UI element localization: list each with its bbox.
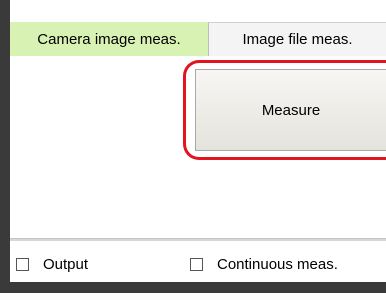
tab-image-file-meas[interactable]: Image file meas. bbox=[208, 22, 386, 56]
tab-camera-image-meas[interactable]: Camera image meas. bbox=[10, 22, 208, 56]
output-option[interactable]: Output bbox=[16, 253, 88, 275]
continuous-meas-option[interactable]: Continuous meas. bbox=[190, 253, 338, 275]
output-label: Output bbox=[43, 255, 89, 273]
continuous-meas-label: Continuous meas. bbox=[217, 255, 338, 273]
options-divider bbox=[10, 238, 386, 241]
window-frame-bottom bbox=[0, 282, 386, 293]
output-checkbox[interactable] bbox=[16, 257, 29, 271]
measure-button-highlight bbox=[183, 60, 386, 160]
continuous-meas-checkbox[interactable] bbox=[190, 257, 203, 271]
window-frame-left bbox=[0, 0, 10, 293]
